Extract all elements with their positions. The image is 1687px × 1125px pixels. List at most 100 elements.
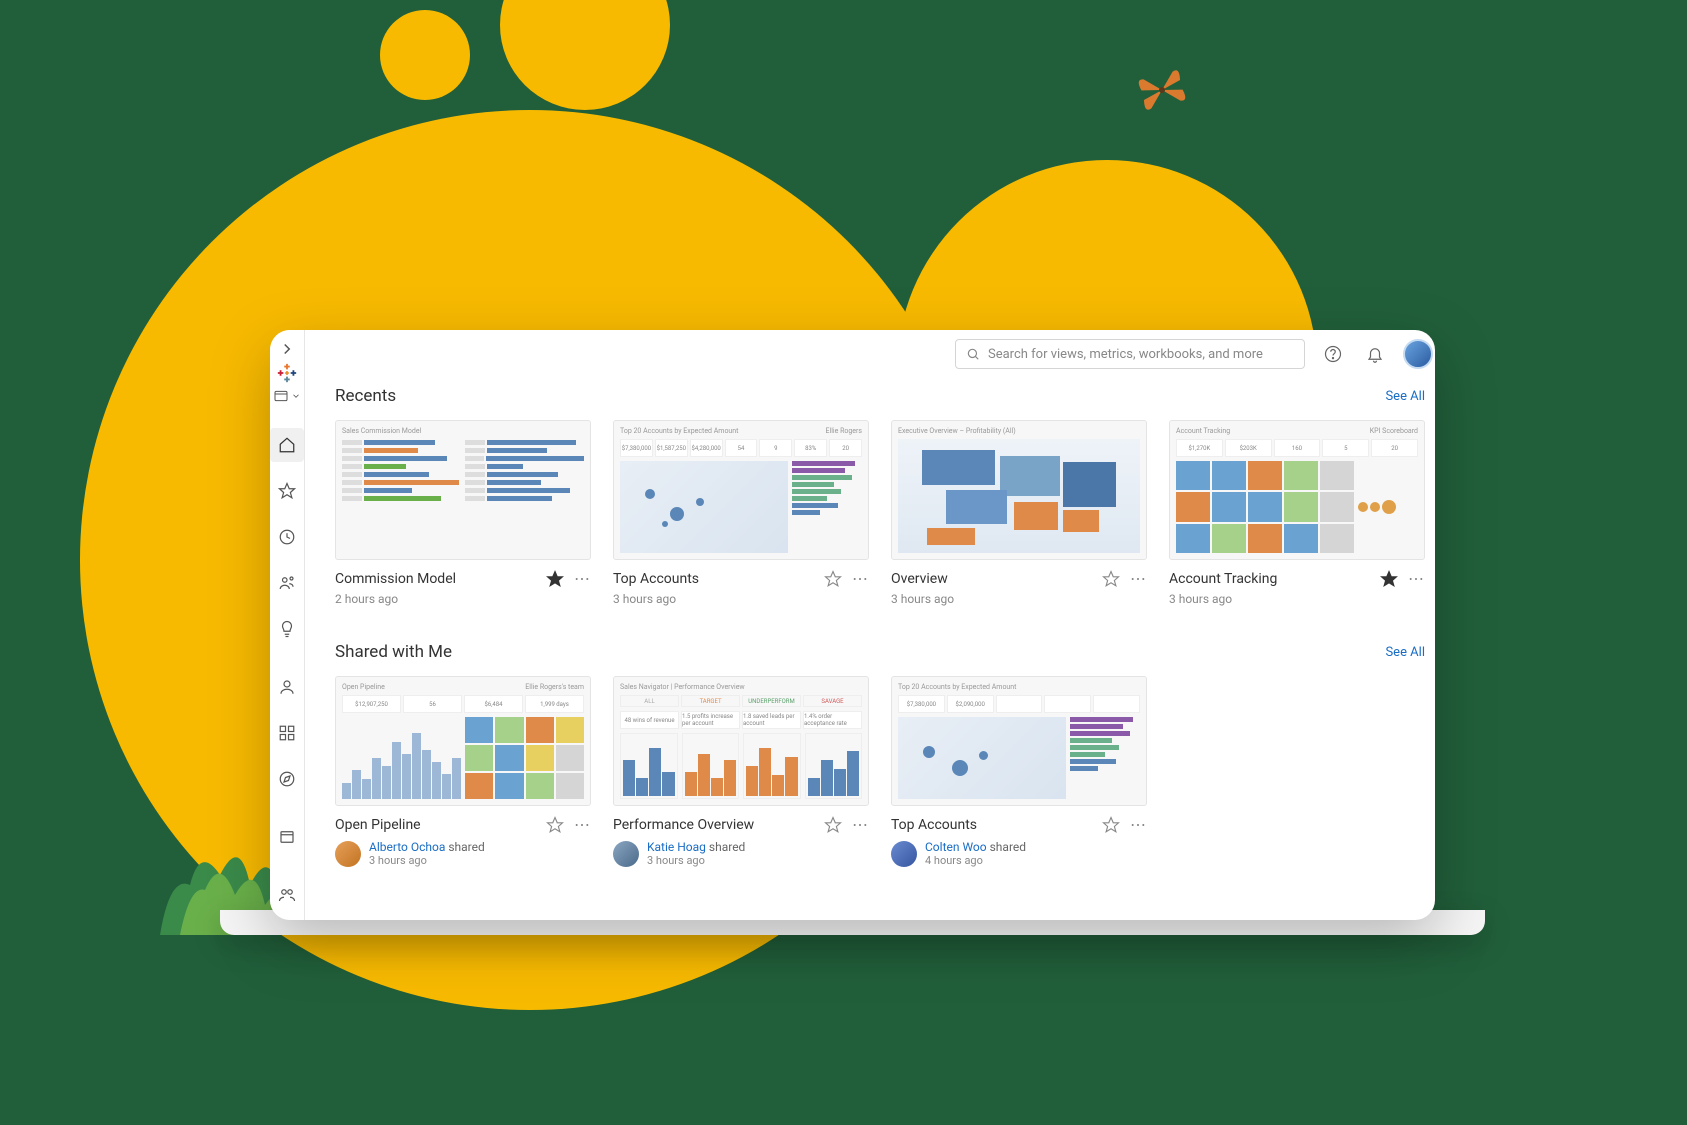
card-more-menu[interactable]: ⋯ [574,576,591,582]
mini-metric: 5 [1322,439,1369,457]
card-more-menu[interactable]: ⋯ [852,576,869,582]
tableau-logo-icon[interactable] [270,362,304,384]
see-all-link[interactable]: See All [1385,389,1425,404]
card-thumbnail: Top 20 Accounts by Expected AmountEllie … [613,420,869,560]
card-more-menu[interactable]: ⋯ [1130,822,1147,828]
sharer-name[interactable]: Alberto Ochoa [369,840,445,854]
thumb-title: Top 20 Accounts by Expected Amount [620,427,738,435]
card-timestamp: 2 hours ago [335,592,591,606]
view-card[interactable]: Executive Overview – Profitability (All) [891,420,1147,606]
shared-word: shared [448,840,484,854]
view-card[interactable]: Top 20 Accounts by Expected AmountEllie … [613,420,869,606]
sharer-avatar[interactable] [891,841,917,867]
card-more-menu[interactable]: ⋯ [852,822,869,828]
view-card[interactable]: Sales Navigator | Performance Overview A… [613,676,869,867]
shared-row: Open PipelineEllie Rogers's team $12,907… [335,676,1425,867]
shared-word: shared [990,840,1026,854]
view-card[interactable]: Account TrackingKPI Scoreboard $1,270K $… [1169,420,1425,606]
favorite-toggle[interactable] [1102,816,1120,834]
card-title: Top Accounts [891,817,977,833]
favorite-toggle[interactable] [546,816,564,834]
mini-metric: 48 wins of revenue [620,711,679,729]
favorite-toggle[interactable] [824,570,842,588]
card-title: Open Pipeline [335,817,421,833]
sidebar-recommendations-icon[interactable] [270,612,304,646]
favorite-toggle[interactable] [1380,570,1398,588]
card-more-menu[interactable]: ⋯ [1408,576,1425,582]
mini-metric: $7,380,000 [898,695,945,713]
mini-tab: ALL [620,695,679,707]
card-timestamp: 3 hours ago [613,592,869,606]
main-panel: Search for views, metrics, workbooks, an… [305,330,1435,920]
view-card[interactable]: Open PipelineEllie Rogers's team $12,907… [335,676,591,867]
mini-metric: $6,484 [464,695,523,713]
bg-blob [500,0,670,110]
card-title: Account Tracking [1169,571,1277,587]
mini-metric: 160 [1274,439,1321,457]
bg-blob [380,10,470,100]
mini-metric: 1,999 days [525,695,584,713]
sidebar-personal-space-icon[interactable] [270,670,304,704]
card-more-menu[interactable]: ⋯ [574,822,591,828]
sharer-avatar[interactable] [613,841,639,867]
mini-metric [996,695,1043,713]
card-title: Performance Overview [613,817,754,833]
butterfly-graphic [1133,64,1192,116]
recents-header: Recents See All [335,386,1425,406]
favorite-toggle[interactable] [824,816,842,834]
thumb-title: Executive Overview – Profitability (All) [898,427,1016,435]
sidebar-users-icon[interactable] [270,878,304,912]
mini-metric: 1.8 saved leads per account [742,711,801,729]
card-thumbnail: Sales Navigator | Performance Overview A… [613,676,869,806]
sidebar-shared-icon[interactable] [270,566,304,600]
view-card[interactable]: Sales Commission Model [335,420,591,606]
content-area: Recents See All Sales Commission Model [305,378,1435,920]
sharer-name[interactable]: Katie Hoag [647,840,706,854]
mini-metric: 56 [403,695,462,713]
notifications-button[interactable] [1361,340,1389,368]
sidebar-home-icon[interactable] [270,428,304,462]
favorite-toggle[interactable] [1102,570,1120,588]
mini-metric: $7,380,000 [620,439,653,457]
sidebar-favorites-icon[interactable] [270,474,304,508]
share-timestamp: 4 hours ago [925,854,1026,867]
mini-metric: $4,280,000 [690,439,723,457]
sidebar [270,330,305,920]
user-avatar[interactable] [1403,339,1433,369]
sidebar-expand-toggle[interactable] [270,340,304,358]
recents-row: Sales Commission Model [335,420,1425,606]
thumb-title: Sales Navigator | Performance Overview [620,683,745,691]
sidebar-explore-icon[interactable] [270,762,304,796]
sharer-avatar[interactable] [335,841,361,867]
app-root: Search for views, metrics, workbooks, an… [270,330,1435,920]
mini-tab: UNDERPERFORM [742,695,801,707]
sidebar-external-assets-icon[interactable] [270,820,304,854]
section-title: Recents [335,386,396,406]
card-more-menu[interactable]: ⋯ [1130,576,1147,582]
favorite-toggle[interactable] [546,570,564,588]
new-button[interactable] [273,388,301,404]
card-title: Commission Model [335,571,456,587]
view-card[interactable]: Top 20 Accounts by Expected Amount $7,38… [891,676,1147,867]
see-all-link[interactable]: See All [1385,645,1425,660]
search-input[interactable]: Search for views, metrics, workbooks, an… [955,339,1305,369]
card-thumbnail: Account TrackingKPI Scoreboard $1,270K $… [1169,420,1425,560]
card-thumbnail: Open PipelineEllie Rogers's team $12,907… [335,676,591,806]
mini-metric [1093,695,1140,713]
thumb-title: Open Pipeline [342,683,385,691]
mini-metric: 1.4% order acceptance rate [803,711,862,729]
sidebar-recents-icon[interactable] [270,520,304,554]
thumb-title: Account Tracking [1176,427,1230,435]
card-thumbnail: Top 20 Accounts by Expected Amount $7,38… [891,676,1147,806]
help-button[interactable] [1319,340,1347,368]
mini-metric: $203K [1225,439,1272,457]
shared-header: Shared with Me See All [335,642,1425,662]
sidebar-collections-icon[interactable] [270,716,304,750]
card-thumbnail: Executive Overview – Profitability (All) [891,420,1147,560]
mini-metric: 83% [794,439,827,457]
sharer-name[interactable]: Colten Woo [925,840,987,854]
share-timestamp: 3 hours ago [369,854,485,867]
thumb-subtitle: KPI Scoreboard [1370,427,1418,435]
search-icon [966,347,980,361]
mini-metric: 20 [829,439,862,457]
